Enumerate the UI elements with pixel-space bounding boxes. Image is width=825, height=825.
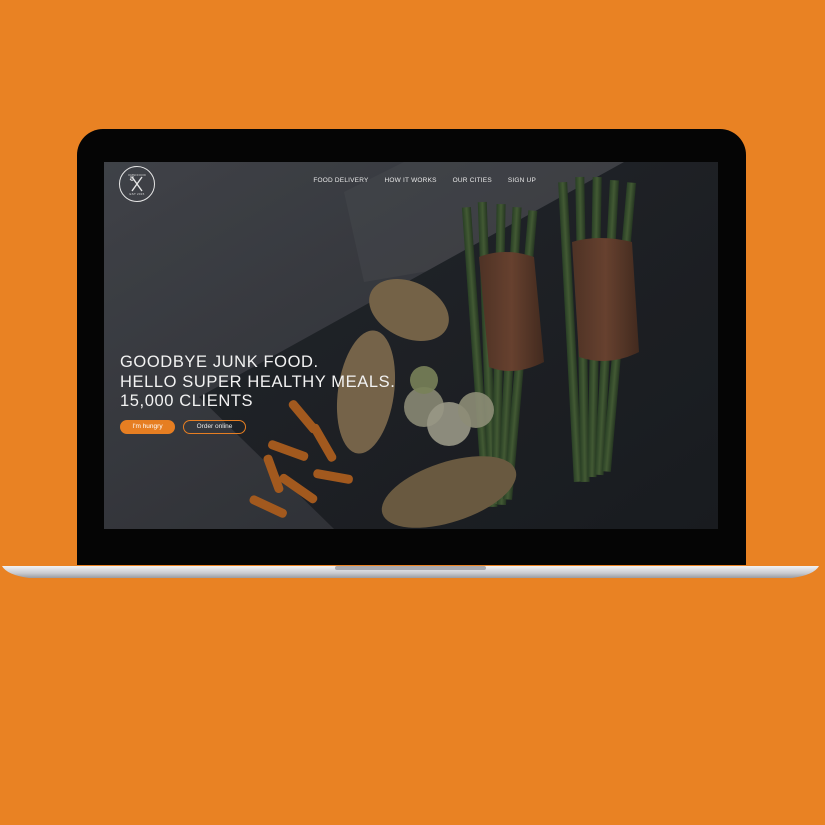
nav-how-it-works[interactable]: HOW IT WORKS	[385, 177, 437, 184]
hero-heading-line-1: GOODBYE JUNK FOOD.	[120, 353, 319, 371]
main-nav: FOOD DELIVERY HOW IT WORKS OUR CITIES SI…	[297, 177, 536, 184]
nav-our-cities[interactable]: OUR CITIES	[453, 177, 492, 184]
fork-and-knife-icon	[129, 176, 143, 192]
hero-buttons: I'm hungry Order online	[120, 419, 395, 434]
hero-heading-line-2: HELLO SUPER HEALTHY MEALS.	[120, 372, 396, 391]
order-online-button[interactable]: Order online	[183, 419, 246, 434]
laptop-base	[2, 565, 819, 579]
image-dim-overlay	[104, 162, 718, 529]
brand-logo[interactable]: OMNIFOOD EST 2015	[119, 166, 155, 202]
nav-food-delivery[interactable]: FOOD DELIVERY	[313, 177, 368, 184]
hero-section: GOODBYE JUNK FOOD. HELLO SUPER HEALTHY M…	[120, 353, 395, 434]
hero-heading-line-3: 15,000 CLIENTS	[120, 392, 254, 410]
website-screen: OMNIFOOD EST 2015 FOOD DELIVERY HOW IT W…	[104, 162, 718, 529]
nav-sign-up[interactable]: SIGN UP	[508, 177, 536, 184]
im-hungry-button[interactable]: I'm hungry	[120, 419, 175, 434]
logo-text-bottom: EST 2015	[129, 192, 145, 196]
